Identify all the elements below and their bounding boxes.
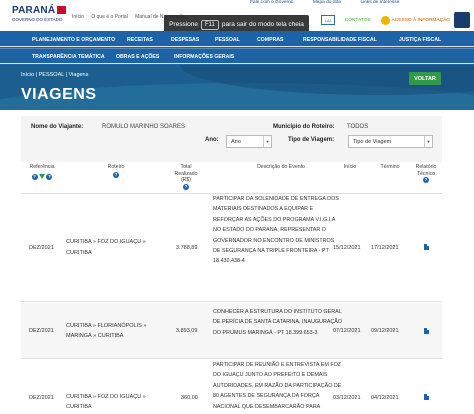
help-icon[interactable]: ? xyxy=(31,173,38,180)
tipo-label: Tipo de Viagem: xyxy=(288,137,335,143)
nav-despesas[interactable]: DESPESAS xyxy=(171,37,199,43)
parana-logo[interactable]: PARANÁ GOVERNO DO ESTADO xyxy=(12,5,67,22)
cell-total: 360,00 xyxy=(181,395,198,401)
filter-icon[interactable] xyxy=(39,173,45,179)
nav-justica[interactable]: JUSTIÇA FISCAL xyxy=(399,37,441,43)
cell-descricao: PARTICIPAR DE REUNIÃO E ENTREVISTA EM FO… xyxy=(213,362,342,410)
th-referencia: Referência ? ? xyxy=(27,164,57,180)
ano-select[interactable]: Ano ▼ xyxy=(226,135,272,148)
back-button[interactable]: VOLTAR xyxy=(409,72,441,85)
traveler-value: ROMULO MARINHO SOARES xyxy=(102,124,186,130)
cell-inicio: 15/12/2021 xyxy=(333,245,361,251)
help-icon[interactable]: ? xyxy=(46,173,53,180)
cell-descricao: CONHECER A ESTRUTURA DO INSTITUTO GERAL … xyxy=(213,309,343,336)
filters-panel: Nome do Viajante: ROMULO MARINHO SOARES … xyxy=(21,116,442,162)
cell-referencia: DEZ/2021 xyxy=(29,245,54,251)
report-document-icon[interactable] xyxy=(424,394,429,400)
ano-label: Ano: xyxy=(205,137,219,143)
top-links: Fale com o Governo Mapa do Site Links de… xyxy=(250,0,417,5)
cell-referencia: DEZ/2021 xyxy=(29,328,54,334)
link-interesse[interactable]: Links de Interesse xyxy=(360,0,399,5)
cell-total: 3.788,89 xyxy=(176,245,198,251)
table-header: Referência ? ? Roteiro ? Total Realizado… xyxy=(21,164,442,194)
th-referencia-label: Referência xyxy=(29,164,55,170)
th-descricao: Descrição do Evento xyxy=(241,164,321,171)
th-total: Total Realizado (R$) ? xyxy=(166,164,206,190)
th-roteiro: Roteiro ? xyxy=(91,164,141,178)
th-termino-label: Término xyxy=(380,164,400,170)
cell-inicio: 03/12/2021 xyxy=(333,395,361,401)
toast-text-after: para sair do modo tela cheia xyxy=(221,21,304,28)
gov-icon[interactable] xyxy=(454,12,470,28)
report-document-icon[interactable] xyxy=(424,244,429,250)
nav-planejamento[interactable]: PLANEJAMENTO E ORÇAMENTO xyxy=(32,37,115,43)
chevron-down-icon: ▼ xyxy=(424,136,432,147)
cell-termino: 09/12/2021 xyxy=(371,328,399,334)
flag-icon xyxy=(57,6,67,14)
brand-subtitle: GOVERNO DO ESTADO xyxy=(12,17,63,22)
nav-responsabilidade[interactable]: RESPONSABILIDADE FISCAL xyxy=(303,37,377,43)
toast-key: F11 xyxy=(200,19,219,30)
lai-icon[interactable]: LAI xyxy=(320,15,335,25)
breadcrumb[interactable]: Início | PESSOAL | Viagens xyxy=(21,72,88,78)
top-right-tools: LAI CONTATOS ACESSO À INFORMAÇÃO xyxy=(320,12,470,28)
th-inicio-label: Início xyxy=(343,164,357,170)
chevron-down-icon: ▼ xyxy=(263,136,271,147)
help-icon[interactable]: ? xyxy=(423,177,429,183)
municipio-value: TODOS xyxy=(347,124,369,130)
municipio-label: Município do Roteiro: xyxy=(273,124,335,130)
accessibility-link[interactable]: ACESSO À INFORMAÇÃO xyxy=(380,15,450,25)
cell-termino: 04/12/2021 xyxy=(371,395,399,401)
cell-termino: 17/12/2021 xyxy=(371,245,399,251)
th-inicio: Início xyxy=(338,164,362,171)
th-descricao-label: Descrição do Evento xyxy=(257,164,305,170)
toast-text-before: Pressione xyxy=(169,21,198,28)
content-panel: Nome do Viajante: ROMULO MARINHO SOARES … xyxy=(21,116,442,414)
th-roteiro-label: Roteiro xyxy=(107,164,125,170)
accessibility-icon xyxy=(380,15,390,25)
table-row[interactable]: DEZ/2021 CURITIBA » FOZ DO IGUAÇU » CURI… xyxy=(21,360,442,414)
page-title: VIAGENS xyxy=(21,86,97,103)
nav-receitas[interactable]: RECEITAS xyxy=(127,37,153,43)
topnav-portal[interactable]: O que é o Portal xyxy=(91,14,127,20)
cell-inicio: 07/12/2021 xyxy=(333,328,361,334)
accessibility-label: ACESSO À INFORMAÇÃO xyxy=(391,17,450,23)
tipo-select-value: Tipo de Viagem xyxy=(353,138,392,145)
cell-roteiro: CURITIBA xyxy=(66,404,92,410)
nav-divider xyxy=(0,48,474,49)
topnav-inicio[interactable]: Início xyxy=(72,14,84,20)
brand-name: PARANÁ xyxy=(12,5,56,16)
th-relatorio: Relatório Técnico ? xyxy=(411,164,441,184)
cell-roteiro: CURITIBA » FLORIANÓPOLIS » xyxy=(66,323,147,329)
th-termino: Término xyxy=(375,164,405,171)
table-row[interactable]: DEZ/2021 CURITIBA » FOZ DO IGUAÇU » CURI… xyxy=(21,194,442,302)
cell-roteiro: CURITIBA xyxy=(66,250,92,256)
cell-descricao: PARTICIPAR DA SOLENIDADE DE ENTREGA DOS … xyxy=(213,196,339,265)
nav-transparencia[interactable]: TRANSPARÊNCIA TEMÁTICA xyxy=(32,54,105,60)
link-mapa-site[interactable]: Mapa do Site xyxy=(313,0,341,5)
cell-roteiro: CURITIBA » FOZ DO IGUAÇU » xyxy=(66,394,146,400)
help-icon[interactable]: ? xyxy=(113,171,119,178)
table-row[interactable]: DEZ/2021 CURITIBA » FLORIANÓPOLIS » MARI… xyxy=(21,303,442,359)
link-fale-governo[interactable]: Fale com o Governo xyxy=(250,0,293,5)
nav-obras[interactable]: OBRAS E AÇÕES xyxy=(116,54,159,60)
ano-select-value: Ano xyxy=(231,138,241,145)
nav-informacoes[interactable]: INFORMAÇÕES GERAIS xyxy=(174,54,234,60)
tipo-select[interactable]: Tipo de Viagem ▼ xyxy=(348,135,433,148)
report-document-icon[interactable] xyxy=(424,328,429,334)
cell-total: 3.893,09 xyxy=(176,328,198,334)
cell-roteiro: CURITIBA » FOZ DO IGUAÇU » xyxy=(66,239,146,245)
cell-roteiro: MARINGÁ » CURITIBA xyxy=(66,333,124,339)
cell-referencia: DEZ/2021 xyxy=(29,395,54,401)
traveler-label: Nome do Viajante: xyxy=(31,124,84,130)
contatos-link[interactable]: CONTATOS xyxy=(345,18,371,23)
nav-pessoal[interactable]: PESSOAL xyxy=(215,37,240,43)
help-icon[interactable]: ? xyxy=(183,183,189,190)
nav-compras[interactable]: COMPRAS xyxy=(257,37,284,43)
